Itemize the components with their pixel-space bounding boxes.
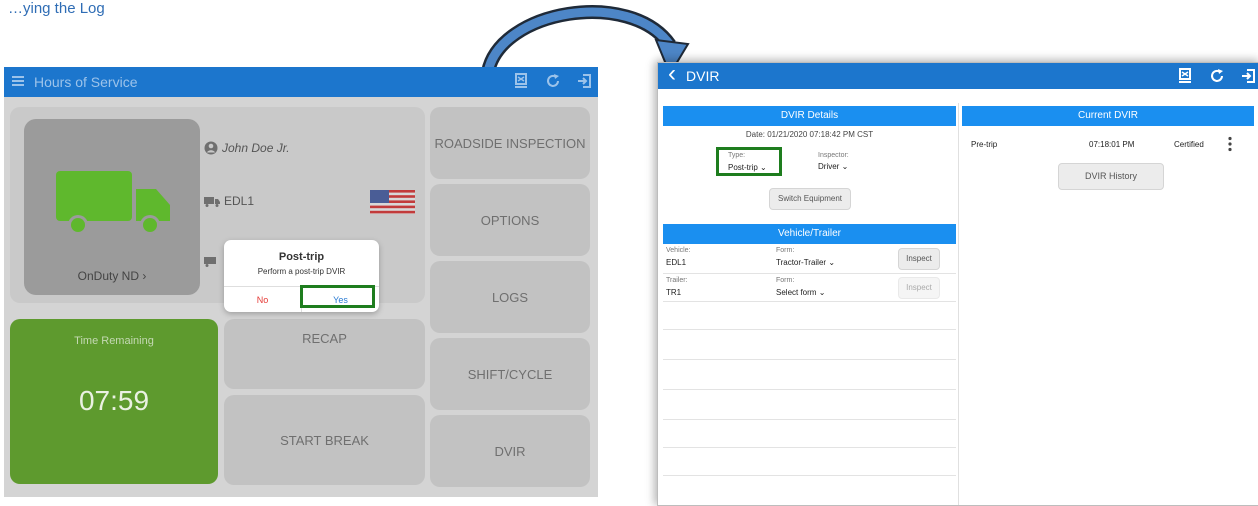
dialog-message: Perform a post-trip DVIR: [257, 267, 346, 276]
dvir-history-button[interactable]: DVIR History: [1058, 163, 1164, 190]
start-break-button[interactable]: START BREAK: [224, 395, 425, 485]
user-icon: [204, 141, 218, 155]
recap-button[interactable]: RECAP: [224, 319, 425, 389]
row-divider: [663, 447, 956, 448]
post-trip-dialog: Post-trip Perform a post-trip DVIR No Ye…: [224, 240, 379, 312]
shift-cycle-button[interactable]: SHIFT/CYCLE: [430, 338, 590, 410]
hours-of-service-screen: Hours of Service OnDuty ND › John Doe Jr…: [4, 67, 598, 497]
column-divider: [958, 103, 959, 505]
inspector-dropdown[interactable]: Driver ⌄: [818, 162, 848, 171]
dvir-title: DVIR: [686, 68, 720, 84]
menu-icon[interactable]: [12, 76, 24, 86]
caret-down-icon: ⌄: [818, 288, 826, 297]
trailer-icon: [204, 257, 216, 267]
vehicle-trailer-header: Vehicle/Trailer: [663, 224, 956, 244]
row-divider: [663, 419, 956, 420]
row-divider: [663, 475, 956, 476]
dvir-entry-status: Certified: [1174, 140, 1204, 149]
refresh-icon[interactable]: [544, 72, 562, 90]
current-dvir-header: Current DVIR: [962, 106, 1254, 126]
recap-label: RECAP: [302, 331, 347, 346]
chevron-right-icon: ›: [142, 269, 147, 283]
us-flag-icon: [370, 190, 415, 214]
inspector-value: Driver: [818, 162, 840, 171]
options-button[interactable]: OPTIONS: [430, 184, 590, 256]
dvir-entry-time: 07:18:01 PM: [1089, 140, 1135, 149]
trailer-form-label: Form:: [776, 277, 795, 284]
refresh-icon[interactable]: [1208, 67, 1226, 85]
inspect-trailer-button[interactable]: Inspect: [898, 277, 940, 299]
vehicle-label: Vehicle:: [666, 247, 691, 254]
caret-down-icon: ⌄: [841, 162, 849, 171]
dialog-title: Post-trip: [278, 251, 325, 263]
device-icon[interactable]: [1176, 67, 1194, 85]
inspect-vehicle-button[interactable]: Inspect: [898, 248, 940, 270]
inspector-label: Inspector:: [818, 152, 849, 159]
trailer-form-dropdown[interactable]: Select form ⌄: [776, 288, 825, 297]
duty-status-card[interactable]: OnDuty ND ›: [24, 119, 200, 295]
trailer-value: TR1: [666, 288, 682, 297]
dvir-screen: ‹ DVIR DVIR Details Date: 01/21/2020 07:…: [657, 60, 1258, 506]
device-icon[interactable]: [512, 72, 530, 90]
row-divider: [663, 301, 956, 302]
logout-icon[interactable]: [576, 72, 594, 90]
yes-highlight-box: [300, 285, 375, 308]
vehicle-form-value: Tractor-Trailer: [776, 258, 827, 267]
app-title: Hours of Service: [34, 74, 138, 90]
caret-down-icon: ⌄: [828, 258, 836, 267]
logs-button[interactable]: LOGS: [430, 261, 590, 333]
row-divider: [663, 329, 956, 330]
dvir-details-header: DVIR Details: [663, 106, 956, 126]
trailer-label: Trailer:: [666, 277, 688, 284]
row-divider: [663, 389, 956, 390]
truck-icon: [56, 171, 170, 235]
driver-name: John Doe Jr.: [222, 141, 290, 155]
vehicle-value: EDL1: [666, 258, 687, 267]
time-remaining-value: 07:59: [78, 385, 150, 416]
dvir-button[interactable]: DVIR: [430, 415, 590, 487]
back-chevron-icon[interactable]: ‹: [668, 60, 676, 88]
vehicle-form-label: Form:: [776, 247, 795, 254]
type-value: Post-trip: [728, 163, 758, 172]
switch-equipment-button[interactable]: Switch Equipment: [769, 188, 851, 210]
page-header-text: …ying the Log: [8, 0, 105, 17]
vehicle-id: EDL1: [224, 194, 255, 208]
truck-small-icon: [204, 197, 220, 207]
dialog-no-button[interactable]: No: [224, 295, 301, 305]
row-divider: [663, 273, 956, 274]
caret-down-icon: ⌄: [760, 163, 767, 172]
dvir-entry-type[interactable]: Pre-trip: [971, 140, 997, 149]
more-vertical-icon[interactable]: [1227, 136, 1233, 152]
dvir-app-bar: ‹ DVIR: [658, 60, 1258, 89]
row-divider: [663, 359, 956, 360]
app-bar: Hours of Service: [4, 67, 598, 97]
time-remaining-card: Time Remaining 07:59: [10, 319, 218, 484]
type-dropdown[interactable]: Post-trip ⌄: [716, 147, 782, 176]
vehicle-form-dropdown[interactable]: Tractor-Trailer ⌄: [776, 258, 835, 267]
roadside-inspection-button[interactable]: ROADSIDE INSPECTION: [430, 107, 590, 179]
logout-icon[interactable]: [1240, 67, 1258, 85]
trailer-form-value: Select form: [776, 288, 817, 297]
duty-status-label: OnDuty ND: [77, 269, 139, 283]
time-remaining-label: Time Remaining: [74, 335, 154, 347]
dvir-date: Date: 01/21/2020 07:18:42 PM CST: [745, 130, 874, 139]
